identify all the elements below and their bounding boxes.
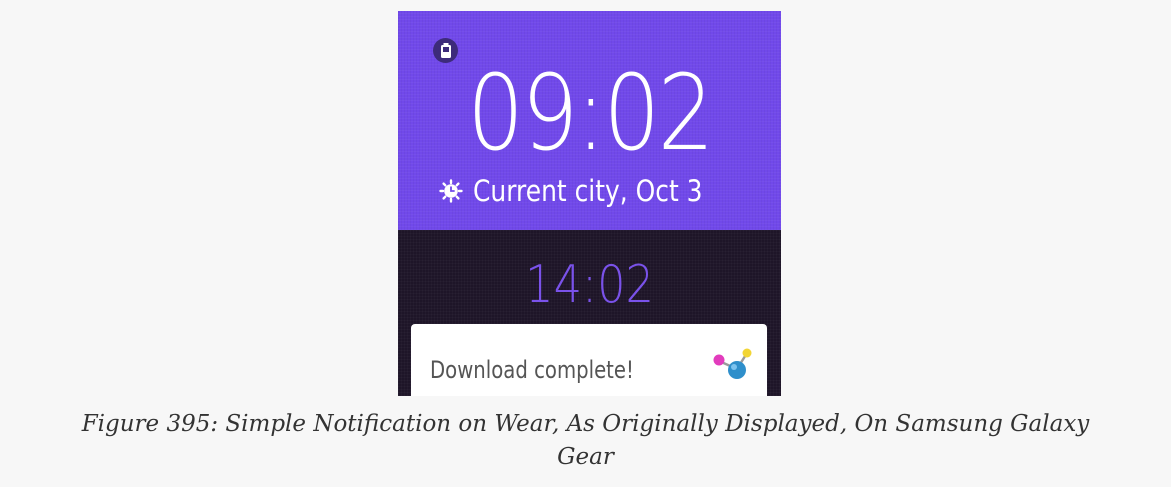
secondary-clock: 14:02 xyxy=(525,255,655,315)
location-date-text: Current city, Oct 3 xyxy=(473,174,703,208)
figure-caption: Figure 395: Simple Notification on Wear,… xyxy=(81,411,1090,470)
clock-panel: 09:02 Current city, Oct 3 xyxy=(398,11,781,230)
watch-screen: 09:02 Current city, Oct 3 14:02 Download… xyxy=(398,11,781,396)
main-clock: 09:02 xyxy=(467,52,714,174)
notification-text: Download complete! xyxy=(430,356,634,384)
molecule-app-icon xyxy=(711,344,755,388)
sun-clock-icon xyxy=(439,179,463,203)
location-date-row: Current city, Oct 3 xyxy=(398,171,781,211)
notification-card[interactable]: Download complete! xyxy=(411,324,767,396)
